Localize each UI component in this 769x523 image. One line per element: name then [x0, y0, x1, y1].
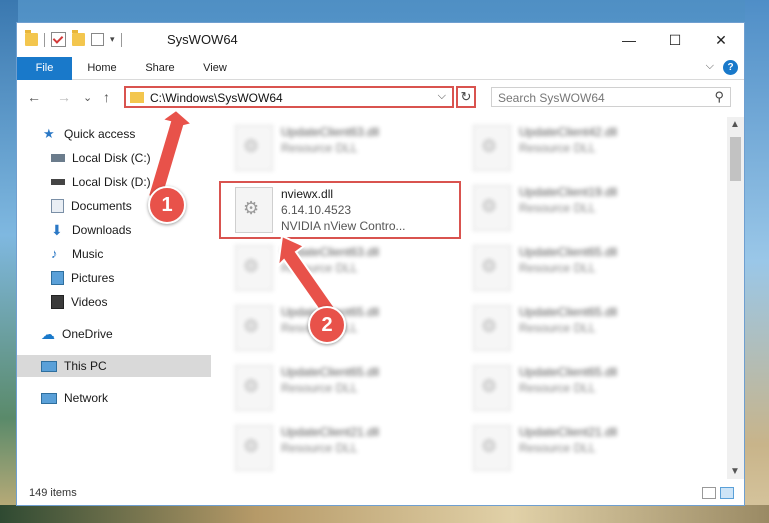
- step-1-badge: 1: [148, 186, 186, 224]
- annotation-arrows: [146, 108, 340, 322]
- step-2-badge: 2: [308, 306, 346, 344]
